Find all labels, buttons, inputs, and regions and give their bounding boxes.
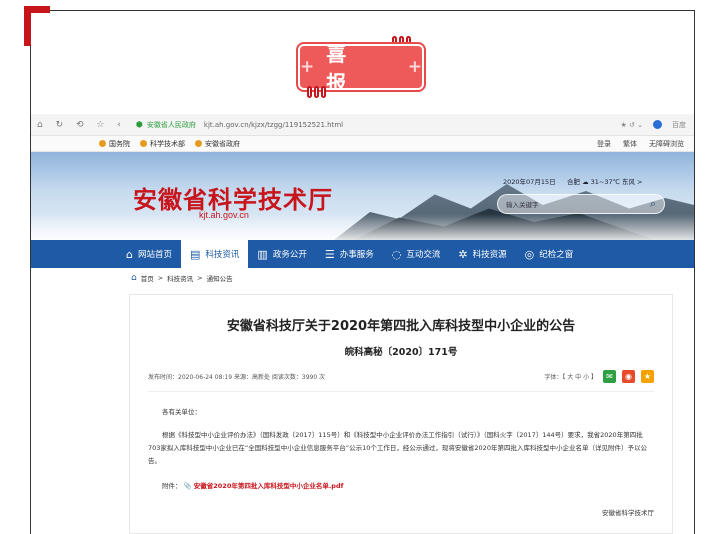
search-input[interactable]: 输入关键字 <box>506 199 539 209</box>
book-icon: ▥ <box>257 247 268 261</box>
search-icon[interactable]: ⌕ <box>650 197 656 211</box>
shield-icon: ⬢ <box>135 120 143 129</box>
attachment: 附件： 📎 安徽省2020年第四批入库科技型中小企业名单.pdf <box>162 480 654 493</box>
cloud-overlay <box>31 214 694 240</box>
service-icon: ☰ <box>324 247 335 261</box>
nav-item-home[interactable]: ⌂ 网站首页 <box>117 240 181 268</box>
greeting: 各有关单位： <box>162 408 201 416</box>
resource-icon: ✲ <box>458 247 468 261</box>
publish-info: 发布时间：2020-06-24 08:19 来源：高新处 阅读次数：3990 次 <box>148 374 326 381</box>
login-link[interactable]: 登录 <box>597 139 611 149</box>
top-links: 登录 繁体 无障碍浏览 <box>597 139 684 149</box>
breadcrumb-notice[interactable]: 通知公告 <box>207 273 233 283</box>
wechat-share-icon[interactable]: ✉ <box>603 370 616 383</box>
address-bar-tools: ★ ↺ ⌄ 百度 <box>621 120 686 130</box>
breadcrumb-sep: > <box>157 274 164 282</box>
home-icon: ⌂ <box>126 247 133 261</box>
screenshot-stage: + 喜 报 + ⌂ ↻ ⟲ ☆ ‹ ⬢ 安徽省人民政府 kjt.ah.gov.c… <box>0 0 715 534</box>
star-icon[interactable]: ★ ↺ ⌄ <box>621 121 643 129</box>
nav-item-news[interactable]: ▤ 科技资讯 <box>181 240 249 268</box>
browser-screenshot: ⌂ ↻ ⟲ ☆ ‹ ⬢ 安徽省人民政府 kjt.ah.gov.cn/kjzx/t… <box>31 114 694 534</box>
qzone-share-icon[interactable]: ★ <box>641 370 654 383</box>
article-tools: 字体：【 大 中 小 】 ✉ ◉ ★ <box>544 370 654 383</box>
article-paragraph: 根据《科技型中小企业评价办法》（国科发政〔2017〕115号）和《科技型中小企业… <box>148 431 647 465</box>
document-number: 皖科高秘〔2020〕171号 <box>344 347 458 358</box>
news-icon: ▤ <box>190 247 201 261</box>
weather-info: 合肥 ☁ 31~37℃ 东风 > <box>567 178 643 186</box>
nav-item-affairs[interactable]: ▥ 政务公开 <box>248 240 315 268</box>
nav-item-resources[interactable]: ✲ 科技资源 <box>449 240 515 268</box>
weibo-share-icon[interactable]: ◉ <box>622 370 635 383</box>
attachment-label: 附件： <box>162 482 182 490</box>
nav-item-discipline[interactable]: ◎ 纪检之窗 <box>516 240 583 268</box>
plus-icon: + <box>407 57 422 77</box>
site-search[interactable]: 输入关键字 ⌕ <box>497 194 665 214</box>
emblem-icon <box>140 140 147 147</box>
home-icon: ⌂ <box>131 273 137 283</box>
plus-icon: + <box>300 57 315 77</box>
site-domain: kjt.ah.gov.cn <box>199 210 249 220</box>
nav-item-interaction[interactable]: ◌ 互动交流 <box>383 240 450 268</box>
bookmark-item[interactable]: 国务院 <box>99 139 130 149</box>
main-nav: ⌂ 网站首页 ▤ 科技资讯 ▥ 政务公开 ☰ 办事服务 ◌ 互动交流 ✲ 科技资源 ◎ 纪检之… <box>31 240 694 268</box>
clip-icon <box>307 86 329 98</box>
accessibility-link[interactable]: 无障碍浏览 <box>649 139 684 149</box>
attachment-link[interactable]: 安徽省2020年第四批入库科技型中小企业名单.pdf <box>194 482 344 490</box>
attachment-icon: 📎 <box>183 482 192 490</box>
search-engine-name[interactable]: 百度 <box>672 120 686 130</box>
good-news-badge: + 喜 报 + <box>296 42 426 95</box>
breadcrumb-news[interactable]: 科技资讯 <box>167 273 193 283</box>
article-meta: 发布时间：2020-06-24 08:19 来源：高新处 阅读次数：3990 次… <box>148 370 654 392</box>
address-bar: ⌂ ↻ ⟲ ☆ ‹ ⬢ 安徽省人民政府 kjt.ah.gov.cn/kjzx/t… <box>31 114 694 136</box>
corner-accent-top <box>24 6 50 13</box>
bookmark-bar: 国务院 科学技术部 安徽省政府 登录 繁体 无障碍浏览 <box>31 136 694 152</box>
url-field[interactable]: kjt.ah.gov.cn/kjzx/tzgg/119152521.html <box>204 121 343 129</box>
nav-item-services[interactable]: ☰ 办事服务 <box>316 240 383 268</box>
search-engine-icon[interactable] <box>653 120 662 129</box>
font-size-switch[interactable]: 字体：【 大 中 小 】 <box>544 372 597 381</box>
shield-icon: ◎ <box>524 247 535 261</box>
breadcrumb-sep: > <box>197 274 203 282</box>
bookmark-item[interactable]: 安徽省政府 <box>195 139 240 149</box>
badge-text: 喜 报 <box>326 42 359 95</box>
bookmark-item[interactable]: 科学技术部 <box>140 139 185 149</box>
site-name: 安徽省人民政府 <box>146 120 196 129</box>
signature: 安徽省科学技术厅 <box>602 509 654 517</box>
breadcrumb: ⌂ 首页 > 科技资讯 > 通知公告 <box>31 268 694 288</box>
emblem-icon <box>99 140 106 147</box>
chat-icon: ◌ <box>391 247 402 261</box>
browser-nav-buttons[interactable]: ⌂ ↻ ⟲ ☆ ‹ <box>37 120 126 130</box>
site-banner: 安徽省科学技术厅 kjt.ah.gov.cn 2020年07月15日 合肥 ☁ … <box>31 152 694 240</box>
traditional-link[interactable]: 繁体 <box>623 139 637 149</box>
breadcrumb-home[interactable]: 首页 <box>141 273 154 283</box>
article-title: 安徽省科技厅关于2020年第四批入库科技型中小企业的公告 <box>226 319 576 334</box>
emblem-icon <box>195 140 202 147</box>
article-panel: 安徽省科技厅关于2020年第四批入库科技型中小企业的公告 皖科高秘〔2020〕1… <box>129 294 673 534</box>
current-date: 2020年07月15日 <box>503 178 556 186</box>
article-body: 各有关单位： 根据《科技型中小企业评价办法》（国科发政〔2017〕115号）和《… <box>130 392 672 520</box>
